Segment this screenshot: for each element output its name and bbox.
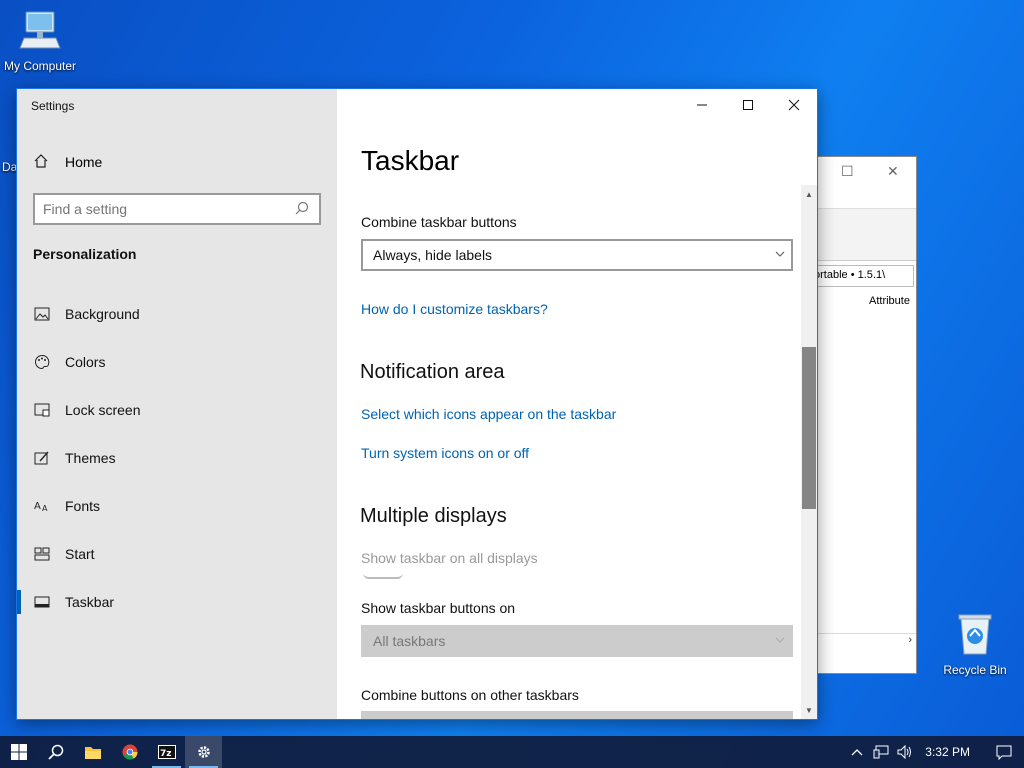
sidebar-item-label: Themes: [65, 450, 116, 466]
system-icons-link[interactable]: Turn system icons on or off: [361, 445, 529, 461]
show-buttons-dropdown-value: All taskbars: [373, 633, 446, 649]
desktop-icon-label: My Computer: [3, 59, 77, 73]
notification-heading: Notification area: [360, 361, 505, 383]
sidebar-item-label: Start: [65, 546, 95, 562]
sidebar-item-start[interactable]: Start: [17, 534, 337, 574]
scrollbar-thumb[interactable]: [802, 347, 816, 509]
action-center-icon[interactable]: [984, 745, 1024, 760]
svg-text:A: A: [42, 504, 48, 513]
settings-nav-pane: Settings Home Personalization Background: [17, 89, 337, 719]
desktop-icon-recycle-bin[interactable]: Recycle Bin: [935, 612, 1015, 677]
multiple-displays-heading: Multiple displays: [360, 505, 507, 527]
nav-home-label: Home: [65, 154, 103, 170]
sidebar-item-themes[interactable]: Themes: [17, 438, 337, 478]
themes-icon: [33, 449, 51, 467]
address-bar[interactable]: ortable • 1.5.1\: [811, 265, 914, 287]
gear-icon: [197, 746, 210, 758]
sidebar-item-label: Background: [65, 306, 140, 322]
desktop-icon-my-computer[interactable]: My Computer: [0, 8, 80, 73]
chevron-down-icon: [775, 637, 785, 643]
maximize-button[interactable]: [725, 89, 771, 121]
computer-icon: [0, 8, 80, 55]
close-icon[interactable]: ✕: [887, 163, 899, 180]
file-explorer-button[interactable]: [74, 736, 111, 768]
sidebar-item-taskbar[interactable]: Taskbar: [17, 582, 337, 622]
background-window[interactable]: ☐ ✕ ortable • 1.5.1\ Attribute ›: [808, 156, 917, 674]
minimize-button[interactable]: [679, 89, 725, 121]
chrome-button[interactable]: [111, 736, 148, 768]
active-indicator: [17, 590, 21, 614]
combine-other-label: Combine buttons on other taskbars: [361, 687, 579, 703]
recycle-bin-icon: [935, 612, 1015, 659]
folder-icon: [84, 747, 101, 759]
background-window-titlebar[interactable]: ☐ ✕: [809, 157, 916, 209]
fonts-icon: AA: [33, 497, 51, 515]
maximize-icon[interactable]: ☐: [841, 163, 854, 180]
settings-content: Taskbar Combine taskbar buttons Always, …: [337, 89, 817, 719]
search-icon: [47, 744, 63, 760]
settings-window[interactable]: Settings Home Personalization Background: [16, 88, 818, 720]
chrome-icon: [122, 744, 137, 760]
windows-logo-icon: [10, 744, 27, 760]
sidebar-item-label: Taskbar: [65, 594, 115, 610]
close-button[interactable]: [771, 89, 817, 121]
page-title: Taskbar: [361, 145, 460, 176]
minimize-icon: [697, 104, 707, 106]
search-input[interactable]: [43, 201, 295, 217]
vertical-scrollbar[interactable]: ▲ ▼: [801, 185, 817, 719]
taskbar: 7z 3:32 PM: [0, 736, 1024, 768]
home-icon: [33, 153, 51, 172]
chevron-up-icon[interactable]: [845, 748, 869, 756]
scroll-up-icon[interactable]: ▲: [801, 187, 817, 201]
combine-other-dropdown[interactable]: [361, 711, 793, 719]
7zip-button[interactable]: 7z: [148, 736, 185, 768]
svg-text:A: A: [34, 501, 41, 512]
clock[interactable]: 3:32 PM: [917, 745, 984, 759]
chevron-right-icon[interactable]: ›: [908, 634, 912, 646]
sidebar-item-fonts[interactable]: AA Fonts: [17, 486, 337, 526]
column-header[interactable]: Attribute: [809, 291, 916, 307]
combine-dropdown[interactable]: Always, hide labels: [361, 239, 793, 271]
system-tray: 3:32 PM: [845, 736, 1024, 768]
svg-text:7z: 7z: [160, 749, 172, 759]
scroll-down-icon[interactable]: ▼: [801, 703, 817, 717]
sidebar-item-lock-screen[interactable]: Lock screen: [17, 390, 337, 430]
chevron-down-icon: [775, 251, 785, 257]
sidebar-item-background[interactable]: Background: [17, 294, 337, 334]
show-buttons-label: Show taskbar buttons on: [361, 600, 516, 616]
show-buttons-dropdown[interactable]: All taskbars: [361, 625, 793, 657]
combine-dropdown-value: Always, hide labels: [373, 247, 493, 263]
show-all-displays-toggle[interactable]: [363, 573, 403, 579]
background-icon: [33, 305, 51, 323]
window-title: Settings: [31, 99, 75, 113]
close-icon: [788, 99, 800, 111]
background-window-toolbar: [809, 209, 916, 261]
settings-taskbar-button[interactable]: [185, 736, 222, 768]
search-button[interactable]: [37, 736, 74, 768]
taskbar-icon: [33, 593, 51, 611]
network-icon[interactable]: [869, 745, 893, 759]
sidebar-item-colors[interactable]: Colors: [17, 342, 337, 382]
window-controls: [679, 89, 817, 121]
combine-label: Combine taskbar buttons: [361, 214, 517, 230]
7zip-icon: 7z: [157, 745, 176, 759]
nav-home[interactable]: Home: [33, 151, 102, 173]
customize-link[interactable]: How do I customize taskbars?: [361, 301, 548, 317]
start-icon: [33, 545, 51, 563]
desktop-icon-label: Recycle Bin: [943, 663, 1007, 677]
maximize-icon: [743, 100, 753, 110]
volume-icon[interactable]: [893, 745, 917, 759]
select-icons-link[interactable]: Select which icons appear on the taskbar: [361, 406, 616, 422]
horizontal-scrollbar[interactable]: ›: [809, 633, 916, 647]
lock-screen-icon: [33, 401, 51, 419]
sidebar-item-label: Colors: [65, 354, 106, 370]
search-icon[interactable]: [295, 201, 311, 217]
sidebar-item-label: Fonts: [65, 498, 101, 514]
start-button[interactable]: [0, 736, 37, 768]
search-box[interactable]: [33, 193, 321, 225]
show-all-displays-label: Show taskbar on all displays: [361, 550, 538, 566]
nav-section-title: Personalization: [33, 246, 137, 262]
palette-icon: [33, 353, 51, 371]
sidebar-item-label: Lock screen: [65, 402, 141, 418]
